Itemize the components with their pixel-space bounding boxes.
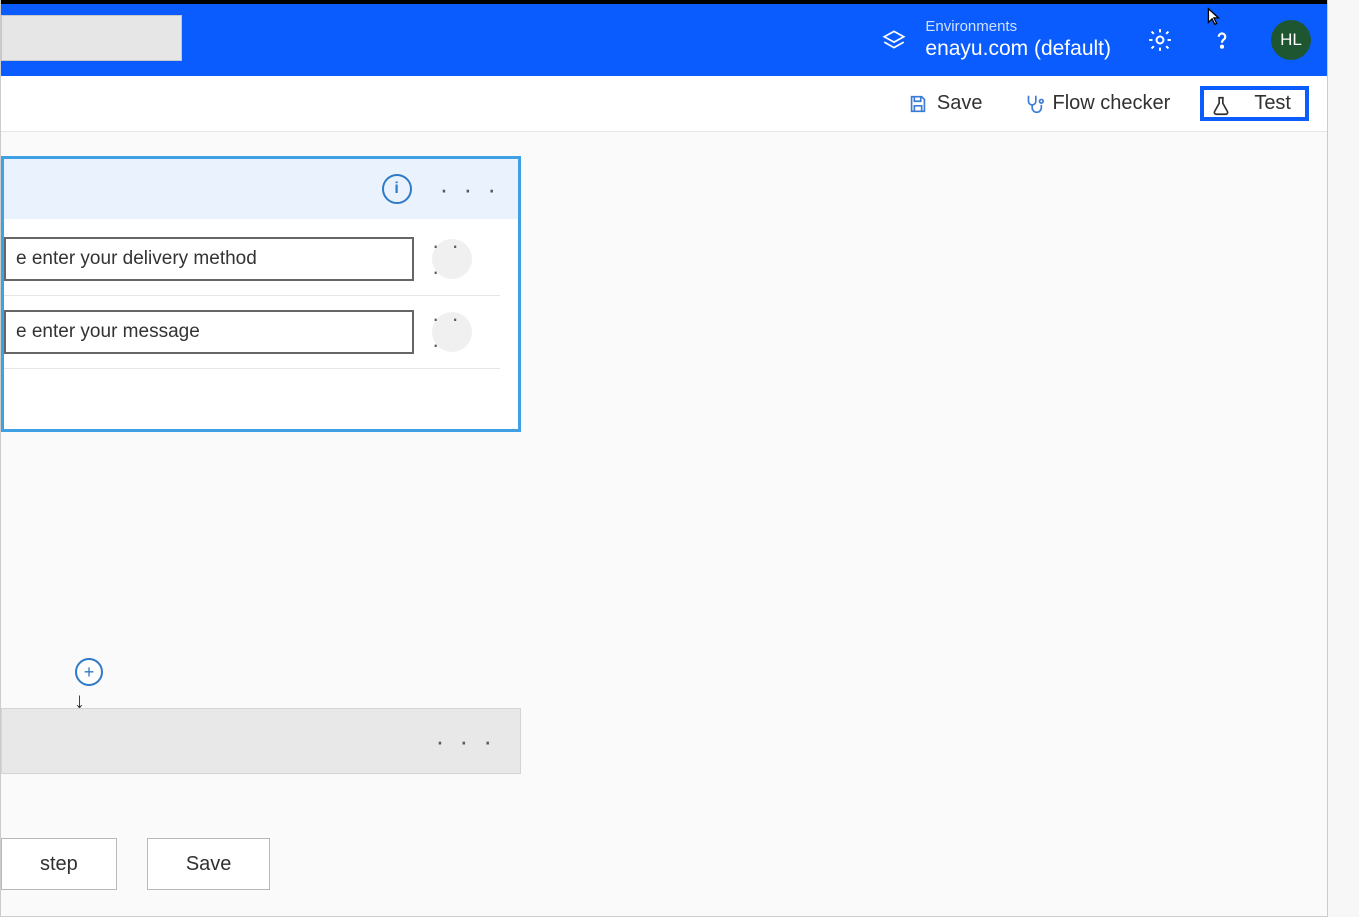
flow-checker-button[interactable]: Flow checker (1013, 86, 1181, 121)
trigger-card-header: i · · · (4, 159, 518, 219)
trigger-card-body: · · · · · · (4, 219, 518, 429)
avatar[interactable]: HL (1271, 20, 1311, 60)
input-row-2: · · · (4, 296, 500, 369)
test-button[interactable]: Test (1200, 86, 1309, 121)
flask-icon (1210, 95, 1232, 117)
input-more-icon[interactable]: · · · (432, 312, 472, 352)
more-icon[interactable]: · · · (440, 174, 500, 205)
app-header: Environments enayu.com (default) HL (1, 4, 1327, 76)
environment-name: enayu.com (default) (925, 36, 1111, 61)
input-more-icon[interactable]: · · · (432, 239, 472, 279)
flow-canvas[interactable]: i · · · · · · · · · + ↓ · · · (1, 132, 1327, 916)
gear-icon[interactable] (1147, 27, 1173, 53)
delivery-method-input[interactable] (4, 237, 414, 281)
info-icon[interactable]: i (382, 174, 412, 204)
save-label: Save (937, 92, 983, 115)
environment-icon (881, 27, 907, 53)
search-input[interactable] (1, 15, 182, 61)
help-icon[interactable] (1209, 27, 1235, 53)
test-label: Test (1254, 92, 1291, 115)
cursor-icon (1202, 6, 1224, 28)
avatar-initials: HL (1280, 30, 1302, 50)
save-flow-button[interactable]: Save (147, 838, 271, 890)
bottom-button-row: step Save (1, 838, 270, 890)
stethoscope-icon (1023, 93, 1045, 115)
next-step-placeholder[interactable]: · · · (1, 708, 521, 774)
more-icon[interactable]: · · · (436, 726, 496, 757)
input-row-1: · · · (4, 237, 500, 296)
save-button[interactable]: Save (897, 86, 993, 121)
trigger-card[interactable]: i · · · · · · · · · (1, 156, 521, 432)
message-input[interactable] (4, 310, 414, 354)
add-step-icon[interactable]: + (75, 658, 103, 686)
environment-selector[interactable]: Environments enayu.com (default) (881, 18, 1111, 61)
environments-label: Environments (925, 18, 1111, 36)
new-step-button[interactable]: step (1, 838, 117, 890)
save-icon (907, 93, 929, 115)
flow-checker-label: Flow checker (1053, 92, 1171, 115)
command-bar: Save Flow checker Test (1, 76, 1327, 132)
